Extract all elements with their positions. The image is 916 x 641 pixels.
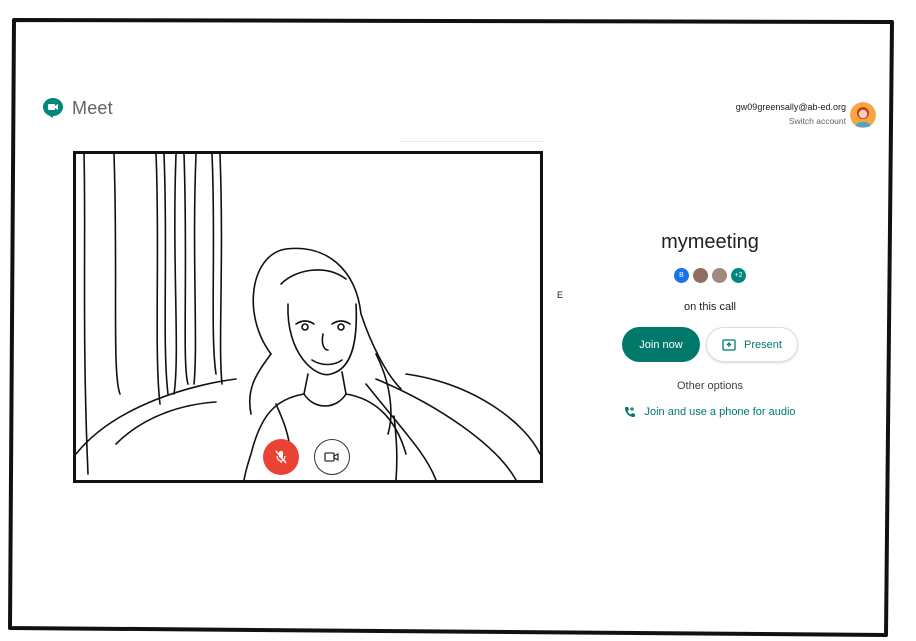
avatar-image xyxy=(850,102,876,128)
present-button[interactable]: Present xyxy=(706,327,798,362)
on-call-label: on this call xyxy=(684,301,736,313)
app-name: Meet xyxy=(72,97,113,118)
phone-audio-link[interactable]: Join and use a phone for audio xyxy=(600,406,820,418)
meeting-title: mymeeting xyxy=(661,231,759,253)
mic-off-icon xyxy=(275,450,287,464)
divider xyxy=(400,141,545,142)
meet-logo-icon xyxy=(43,98,63,118)
mic-toggle-button[interactable] xyxy=(263,439,299,475)
participant-count-badge: +2 xyxy=(731,268,746,283)
camera-toggle-button[interactable] xyxy=(314,439,350,475)
participant-avatar xyxy=(693,268,708,283)
meet-logo[interactable]: Meet xyxy=(42,97,113,119)
phone-audio-label: Join and use a phone for audio xyxy=(644,406,796,418)
participant-avatar: B xyxy=(674,268,689,283)
participant-avatar xyxy=(712,268,727,283)
present-screen-icon xyxy=(722,338,736,351)
participant-avatars: B +2 xyxy=(600,268,820,284)
present-label: Present xyxy=(744,338,782,351)
join-actions: Join now Present xyxy=(600,327,820,362)
phone-add-icon xyxy=(625,407,636,417)
avatar[interactable] xyxy=(850,102,876,128)
join-now-button[interactable]: Join now xyxy=(622,327,700,362)
switch-account-link[interactable]: Switch account xyxy=(736,116,846,126)
self-view-sketch xyxy=(76,154,540,480)
stray-glyph: E xyxy=(557,290,564,300)
video-preview xyxy=(73,151,543,483)
join-panel: mymeeting B +2 on this call Join now Pre… xyxy=(600,225,820,418)
camera-icon xyxy=(324,452,339,462)
account-info: gw09greensally@ab-ed.org Switch account xyxy=(736,102,846,126)
account-email: gw09greensally@ab-ed.org xyxy=(735,102,846,112)
other-options-label: Other options xyxy=(676,380,744,392)
